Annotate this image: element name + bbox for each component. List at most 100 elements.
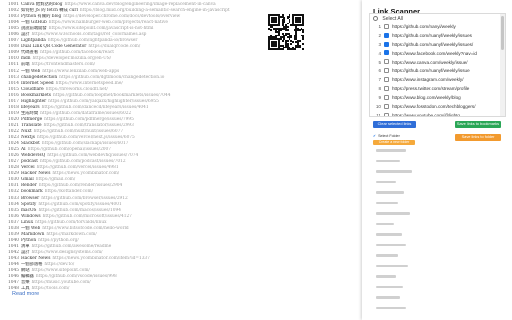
line-url-link[interactable]: https://dev.to/ (44, 262, 74, 267)
line-url-link[interactable]: https://github.com/yalqazx/highlighter/i… (48, 99, 159, 104)
line-url-link[interactable]: https://markdown.com/ (46, 232, 96, 237)
row-checkbox[interactable] (384, 103, 389, 109)
folder-item[interactable] (373, 293, 428, 304)
folder-item[interactable] (373, 251, 428, 262)
line-url-link[interactable]: https://www.w3schools.com/tags/ref_color… (32, 32, 147, 37)
line-url-link[interactable]: https://python.org/ (38, 238, 79, 243)
line-url-link[interactable]: https://github.com/webdevhq/issues/7074 (47, 153, 138, 158)
line-url-link[interactable]: https://github.com/translator/issues/299… (44, 123, 134, 128)
link-row[interactable]: 6 https://github.com/ruanyf/weekly/issue (370, 67, 500, 76)
line-number: 1034 (8, 201, 19, 207)
folder-item[interactable] (373, 167, 428, 178)
folder-item[interactable] (373, 304, 428, 315)
select-all-checkbox[interactable]: Select All (373, 16, 403, 22)
save-to-folder-button[interactable]: Save links to folder (455, 134, 501, 141)
folder-item[interactable] (373, 230, 428, 241)
row-checkbox[interactable] (384, 32, 389, 38)
row-url: https://github.com/ruanyf/weekly/issues (392, 32, 472, 38)
folder-item[interactable] (373, 220, 428, 231)
row-checkbox[interactable] (384, 41, 389, 47)
link-row[interactable]: 2 https://github.com/ruanyf/weekly/issues (370, 32, 500, 41)
line-url-link[interactable]: https://github.com/pdfmerge/issues/7995 (44, 117, 134, 122)
line-url-link[interactable]: https://github.com/awesome/readme (32, 244, 112, 249)
line-url-link[interactable]: https://www.bitsofcode.com/hello-world (42, 226, 128, 231)
link-row[interactable]: 11 https://www.youtube.com/@lightq (370, 112, 500, 116)
line-number: 1023 (8, 135, 19, 141)
line-url-link[interactable]: https://www.lenzilab.com/web-apps (42, 69, 119, 74)
link-row[interactable]: 3 https://github.com/ruanyf/weekly/issues… (370, 41, 500, 50)
line-url-link[interactable]: https://kottander.com/ (45, 189, 93, 194)
line-url-link[interactable]: https://github.com/dgtlmoon/changedetect… (59, 75, 164, 80)
line-label: Gmail (20, 177, 34, 183)
line-url-link[interactable]: https://www.sitepoint.com/javascript-is-… (49, 26, 154, 31)
link-row[interactable]: 5 https://www.canva.com/weekly/issue/ (370, 59, 500, 68)
row-checkbox[interactable] (384, 112, 389, 116)
clear-selected-button[interactable]: Clear selected links (373, 121, 416, 128)
line-url-link[interactable]: https://gmail.com/ (36, 177, 76, 182)
row-checkbox[interactable] (384, 94, 389, 100)
line-url-link[interactable]: https://frontendmasters.com/ (32, 62, 96, 67)
row-checkbox[interactable] (384, 23, 389, 29)
folder-item[interactable] (373, 188, 428, 199)
line-number: 1007 (8, 38, 19, 44)
line-url-link[interactable]: https://github.com/macos/issues/1094 (38, 208, 121, 213)
line-url-link[interactable]: https://github.com/dancecd/lifeyears/iss… (42, 105, 149, 110)
line-url-link[interactable]: https://github.com/browser/issues/2912 (41, 196, 128, 201)
line-url-link[interactable]: https://github.com/slackapi/issues/6017 (42, 141, 129, 146)
line-url-link[interactable]: https://dualqrcode.com/ (88, 44, 140, 49)
folder-item[interactable] (373, 262, 428, 273)
create-folder-button[interactable]: Create a new folder (373, 140, 415, 145)
line-url-link[interactable]: https://news.ycombinator.com/item?id=133… (52, 256, 150, 261)
folder-item[interactable] (373, 199, 428, 210)
line-url-link[interactable]: https://github.com/lightpanda-io/browser (48, 38, 138, 43)
line-url-link[interactable]: https://www.designsystems.com/ (32, 250, 103, 255)
folder-item[interactable] (373, 178, 428, 189)
read-more-link[interactable]: Read more (12, 291, 39, 297)
folder-item[interactable] (373, 241, 428, 252)
line-url-link[interactable]: https://github.com/dataframe/issues/6022 (40, 111, 131, 116)
folder-item[interactable] (373, 283, 428, 294)
line-url-link[interactable]: https://github.com/render/issues/2904 (39, 183, 122, 188)
line-url-link[interactable]: https://blog.miid.org/building-a-semanti… (80, 8, 230, 13)
line-url-link[interactable]: https://www.sitepoint.com/ (32, 268, 90, 273)
link-row[interactable]: 1 https://github.com/nanyi/weekly (370, 23, 500, 32)
folder-item[interactable] (373, 209, 428, 220)
line-url-link[interactable]: https://github.com/spotify/issues/4001 (38, 202, 121, 207)
line-url-link[interactable]: https://developer.mozilla.org/en-US/ (33, 56, 112, 61)
folder-item[interactable] (373, 146, 428, 157)
link-row[interactable]: 8 https://press.twitter.com/stream/profil… (370, 85, 500, 94)
line-url-link[interactable]: https://github.com/loopmet/bookmarklets/… (53, 93, 170, 98)
line-url-link[interactable]: https://github.com/microsoft/issues/4127 (43, 214, 132, 219)
folder-item[interactable] (373, 272, 428, 283)
line-url-link[interactable]: https://music.youtube.com/ (32, 280, 91, 285)
line-url-link[interactable]: https://github.com/vercel/next.js/issues… (37, 135, 135, 140)
link-list-scrollbar[interactable] (500, 14, 505, 116)
line-url-link[interactable]: https://www.internetspeed.me/ (56, 81, 123, 86)
row-checkbox[interactable] (384, 50, 389, 56)
line-url-link[interactable]: https://fireworks.cloudfl.net/ (46, 87, 108, 92)
line-url-link[interactable]: https://github.com/nuxt/nuxt/issues/6077 (34, 129, 124, 134)
line-url-link[interactable]: https://github.com/vercel/issues/4981 (37, 165, 119, 170)
line-url-link[interactable]: https://github.com/podcast/issues/7012 (40, 159, 126, 164)
line-url-link[interactable]: https://github.com/openai/issues/2007 (28, 147, 111, 152)
select-all-input[interactable] (373, 16, 378, 22)
row-checkbox[interactable] (384, 77, 389, 83)
line-url-link[interactable]: https://github.com/torvalds/linux (35, 220, 106, 225)
line-url-link[interactable]: https://github.com/facebook/react (40, 50, 114, 55)
link-row[interactable]: 4 https://www.facebook.com/weekly?nav=id (370, 50, 500, 59)
scrollbar-thumb[interactable] (501, 16, 504, 50)
line-url-link[interactable]: https://news.ycombinator.com/ (52, 171, 119, 176)
row-checkbox[interactable] (384, 86, 389, 92)
save-bookmarks-button[interactable]: Save links to bookmarks (455, 121, 501, 128)
line-url-link[interactable]: https://www.hamburger-web.com/projects/r… (49, 20, 168, 25)
link-row[interactable]: 9 https://www.blog.com/weekly/blog (370, 94, 500, 103)
line-url-link[interactable]: https://www.canva.dev/blog/engineering/i… (65, 2, 216, 7)
link-row[interactable]: 10 https://www.fosstodon.com/techbloggers… (370, 103, 500, 112)
row-checkbox[interactable] (384, 59, 389, 65)
line-url-link[interactable]: https://developer.chrome.com/docs/devtoo… (63, 14, 180, 19)
select-folder-label[interactable]: ✔ Select Folder (373, 134, 419, 139)
link-row[interactable]: 7 https://www.instagram.com/weekly/ (370, 76, 500, 85)
line-url-link[interactable]: https://github.com/vscode/issues/998 (36, 274, 117, 279)
row-checkbox[interactable] (384, 68, 389, 74)
folder-item[interactable] (373, 157, 428, 168)
